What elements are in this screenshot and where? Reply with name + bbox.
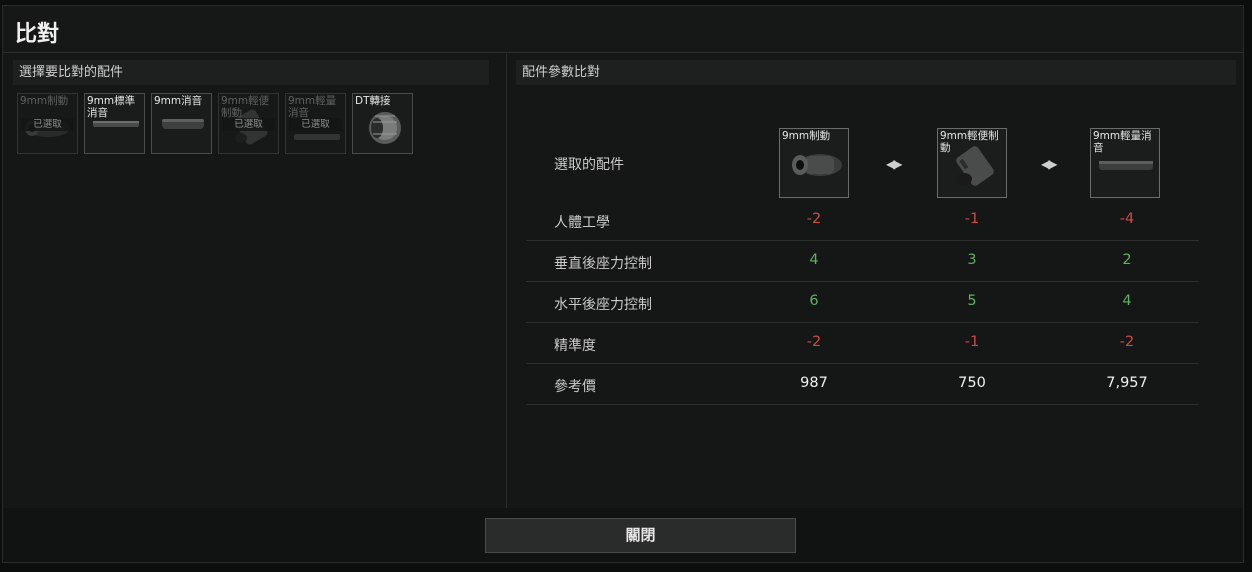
slot-label: DT轉接 [355, 95, 391, 107]
selected-badge: 已選取 [222, 118, 275, 131]
stat-value: 4 [1122, 293, 1132, 309]
stat-value: 3 [967, 252, 977, 268]
item-label: 9mm制動 [782, 130, 831, 142]
item-label: 9mm輕量消音 [1093, 130, 1152, 154]
stat-value: -4 [1119, 211, 1135, 227]
row-label: 垂直後座力控制 [554, 256, 652, 272]
slot-label: 9mm輕量消音 [288, 95, 337, 119]
comparison-header: 配件參數比對 [516, 60, 1236, 85]
stat-row-vertical-recoil: 垂直後座力控制 4 3 2 [526, 241, 1199, 282]
dialog-title: 比對 [15, 22, 60, 47]
stat-value: 987 [800, 375, 828, 391]
stat-value: -2 [806, 334, 822, 350]
stat-value: -2 [1119, 334, 1135, 350]
row-label: 水平後座力控制 [554, 297, 652, 313]
title-bar: 比對 [3, 6, 1243, 53]
stat-value: 7,957 [1106, 375, 1148, 391]
slot-label: 9mm消音 [154, 95, 203, 107]
row-label: 人體工學 [554, 215, 610, 231]
row-label: 精準度 [554, 338, 596, 354]
selected-attachments-row: 選取的配件 9mm制動 ◀▶ 9mm輕便制動 ◀▶ 9mm輕量消音 [526, 120, 1199, 200]
slot-label: 9mm標準消音 [87, 95, 136, 119]
panel-divider [506, 54, 507, 510]
swap-arrows-icon: ◀▶ [1041, 157, 1058, 171]
attachment-slot-light-suppressor[interactable]: 9mm輕量消音 已選取 [285, 93, 346, 154]
comparison-panel: 配件參數比對 選取的配件 9mm制動 ◀▶ 9mm輕便制動 ◀▶ 9mm輕量消音… [516, 60, 1236, 510]
swap-arrows-icon: ◀▶ [886, 157, 903, 171]
stat-row-horizontal-recoil: 水平後座力控制 6 5 4 [526, 282, 1199, 323]
selected-item-3[interactable]: 9mm輕量消音 [1090, 128, 1160, 198]
attachment-slot-compensator[interactable]: 9mm輕便制動 已選取 [218, 93, 279, 154]
row-label: 選取的配件 [554, 157, 624, 173]
selected-item-2[interactable]: 9mm輕便制動 [937, 128, 1007, 198]
stat-value: -2 [806, 211, 822, 227]
stat-value: 750 [958, 375, 986, 391]
attachment-slot-dt-adapter[interactable]: DT轉接 [352, 93, 413, 154]
picker-header: 選擇要比對的配件 [13, 60, 489, 85]
compare-dialog: 比對 選擇要比對的配件 9mm制動 已選取 9mm標準消音 9mm消音 9mm輕… [2, 5, 1244, 563]
close-button[interactable]: 關閉 [485, 518, 796, 553]
slot-label: 9mm制動 [20, 95, 69, 107]
attachment-slot-standard-suppressor[interactable]: 9mm標準消音 [84, 93, 145, 154]
selected-item-1[interactable]: 9mm制動 [779, 128, 849, 198]
selected-badge: 已選取 [289, 118, 342, 131]
stat-value: -1 [964, 211, 980, 227]
attachment-slot-muzzle-brake[interactable]: 9mm制動 已選取 [17, 93, 78, 154]
stat-value: 2 [1122, 252, 1132, 268]
attachment-slot-suppressor[interactable]: 9mm消音 [151, 93, 212, 154]
stat-row-price: 參考價 987 750 7,957 [526, 364, 1199, 405]
selected-badge: 已選取 [21, 118, 74, 131]
stat-value: 6 [809, 293, 819, 309]
attachment-picker-panel: 選擇要比對的配件 9mm制動 已選取 9mm標準消音 9mm消音 9mm輕便制動… [13, 60, 489, 510]
stat-row-accuracy: 精準度 -2 -1 -2 [526, 323, 1199, 364]
stat-value: -1 [964, 334, 980, 350]
comparison-table: 選取的配件 9mm制動 ◀▶ 9mm輕便制動 ◀▶ 9mm輕量消音 人體工學 -… [526, 120, 1199, 405]
stat-value: 4 [809, 252, 819, 268]
stat-value: 5 [967, 293, 977, 309]
dialog-footer: 關閉 [3, 508, 1243, 562]
stat-row-ergonomics: 人體工學 -2 -1 -4 [526, 200, 1199, 241]
slot-label: 9mm輕便制動 [221, 95, 270, 119]
item-label: 9mm輕便制動 [940, 130, 999, 154]
row-label: 參考價 [554, 379, 596, 395]
